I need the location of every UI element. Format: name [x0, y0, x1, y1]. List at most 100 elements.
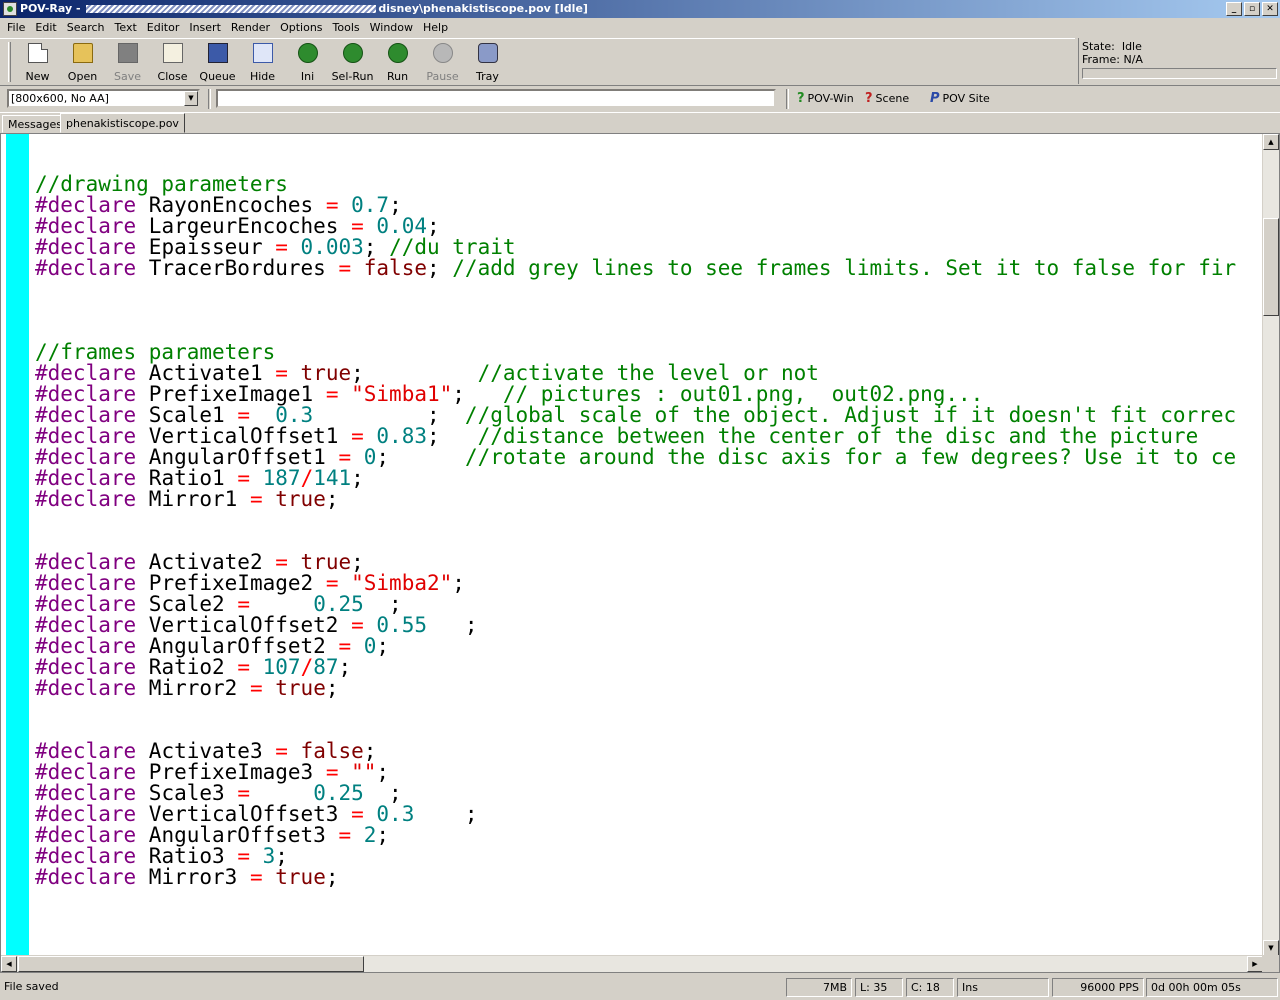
code-line[interactable] — [35, 300, 1259, 321]
save-icon — [117, 43, 138, 63]
menu-options[interactable]: Options — [275, 19, 327, 37]
tab-phenakistiscope[interactable]: phenakistiscope.pov — [60, 113, 185, 133]
tray-button[interactable]: Tray — [465, 39, 510, 83]
scroll-left-icon[interactable]: ◀ — [1, 956, 17, 972]
code-line[interactable] — [35, 279, 1259, 300]
code-line[interactable]: //drawing parameters — [35, 174, 1259, 195]
code-line[interactable]: #declare AngularOffset2 = 0; — [35, 636, 1259, 657]
code-line[interactable] — [35, 153, 1259, 174]
code-line[interactable]: #declare AngularOffset1 = 0; //rotate ar… — [35, 447, 1259, 468]
sel-run-button[interactable]: Sel-Run — [330, 39, 375, 83]
code-line[interactable]: #declare Scale2 = 0.25 ; — [35, 594, 1259, 615]
toolbar-grip[interactable] — [8, 42, 11, 82]
open-button[interactable]: Open — [60, 39, 105, 83]
pause-button: Pause — [420, 39, 465, 83]
hide-button[interactable]: Hide — [240, 39, 285, 83]
code-token-ident: ; — [414, 802, 478, 826]
code-token-ident: ; — [376, 823, 390, 847]
tab-messages[interactable]: Messages — [2, 115, 68, 133]
code-line[interactable]: #declare LargeurEncoches = 0.04; — [35, 216, 1259, 237]
scroll-up-icon[interactable]: ▲ — [1263, 134, 1279, 150]
code-line[interactable]: #declare Ratio3 = 3; — [35, 846, 1259, 867]
code-line[interactable]: #declare Scale1 = 0.3 ; //global scale o… — [35, 405, 1259, 426]
code-token-ident — [263, 865, 276, 889]
scroll-down-icon[interactable]: ▼ — [1263, 940, 1279, 956]
code-line[interactable]: #declare Scale3 = 0.25 ; — [35, 783, 1259, 804]
menu-window[interactable]: Window — [365, 19, 418, 37]
code-line[interactable]: #declare PrefixeImage3 = ""; — [35, 762, 1259, 783]
editor-gutter[interactable] — [6, 134, 29, 972]
code-token-num: 0 — [363, 634, 377, 658]
menu-render[interactable]: Render — [226, 19, 275, 37]
code-editor[interactable]: //drawing parameters #declare RayonEncoch… — [0, 133, 1280, 973]
run-button[interactable]: Run — [375, 39, 420, 83]
horizontal-scrollbar[interactable]: ◀ ▶ — [1, 955, 1263, 972]
run-icon — [387, 43, 408, 63]
render-command-input[interactable] — [216, 89, 776, 108]
code-line[interactable]: #declare VerticalOffset3 = 0.3 ; — [35, 804, 1259, 825]
menu-editor[interactable]: Editor — [142, 19, 185, 37]
new-button[interactable]: New — [15, 39, 60, 83]
frame-label: Frame: — [1082, 53, 1120, 66]
menu-help[interactable]: Help — [418, 19, 453, 37]
code-line[interactable]: #declare Mirror2 = true; — [35, 678, 1259, 699]
menu-insert[interactable]: Insert — [184, 19, 226, 37]
code-line[interactable]: #declare Epaisseur = 0.003; //du trait — [35, 237, 1259, 258]
menu-tools[interactable]: Tools — [328, 19, 365, 37]
menu-file[interactable]: File — [2, 19, 30, 37]
code-line[interactable] — [35, 720, 1259, 741]
menu-text[interactable]: Text — [110, 19, 142, 37]
close-file-button[interactable]: Close — [150, 39, 195, 83]
new-file-icon — [27, 43, 48, 63]
scroll-right-icon[interactable]: ▶ — [1247, 956, 1263, 972]
main-toolbar: New Open Save Close Queue Hide Ini Sel-R… — [0, 38, 1075, 84]
pov-ray-app-icon[interactable] — [3, 2, 17, 16]
minimize-button[interactable]: _ — [1226, 2, 1242, 16]
code-line[interactable]: #declare Mirror1 = true; — [35, 489, 1259, 510]
ini-button[interactable]: Ini — [285, 39, 330, 83]
code-text-area[interactable]: //drawing parameters #declare RayonEncoch… — [35, 153, 1259, 953]
menu-bar: File Edit Search Text Editor Insert Rend… — [0, 18, 1280, 38]
vertical-scroll-thumb[interactable] — [1263, 218, 1279, 316]
code-token-ident: TracerBordures — [136, 256, 339, 280]
code-line[interactable]: #declare TracerBordures = false; //add g… — [35, 258, 1259, 279]
status-message: File saved — [4, 980, 59, 993]
code-line[interactable]: //frames parameters — [35, 342, 1259, 363]
chevron-down-icon[interactable]: ▼ — [184, 91, 198, 106]
code-line[interactable] — [35, 510, 1259, 531]
render-progress-bar — [1082, 68, 1277, 79]
elapsed-time: 0d 00h 00m 05s — [1146, 978, 1278, 997]
pov-site-link[interactable]: P POV Site — [930, 91, 990, 106]
code-line[interactable]: #declare RayonEncoches = 0.7; — [35, 195, 1259, 216]
queue-icon — [207, 43, 228, 63]
pov-win-link[interactable]: ? POV-Win — [797, 91, 854, 106]
new-label: New — [25, 70, 50, 83]
code-line[interactable]: #declare Activate3 = false; — [35, 741, 1259, 762]
code-line[interactable] — [35, 531, 1259, 552]
code-line[interactable] — [35, 321, 1259, 342]
code-line[interactable]: #declare PrefixeImage2 = "Simba2"; — [35, 573, 1259, 594]
code-line[interactable]: #declare AngularOffset3 = 2; — [35, 825, 1259, 846]
resolution-select[interactable]: [800x600, No AA] ▼ — [7, 89, 200, 108]
ini-icon — [297, 43, 318, 63]
code-line[interactable] — [35, 699, 1259, 720]
code-line[interactable]: #declare Mirror3 = true; — [35, 867, 1259, 888]
vertical-scrollbar[interactable]: ▲ ▼ — [1262, 134, 1279, 956]
horizontal-scroll-thumb[interactable] — [18, 956, 364, 972]
code-line[interactable]: #declare Ratio2 = 107/87; — [35, 657, 1259, 678]
code-token-op: = — [338, 256, 352, 280]
queue-button[interactable]: Queue — [195, 39, 240, 83]
code-token-directive: #declare — [35, 487, 137, 511]
code-line[interactable]: #declare PrefixeImage1 = "Simba1"; // pi… — [35, 384, 1259, 405]
code-line[interactable]: #declare VerticalOffset2 = 0.55 ; — [35, 615, 1259, 636]
menu-edit[interactable]: Edit — [30, 19, 61, 37]
close-button[interactable]: ✕ — [1262, 2, 1278, 16]
code-line[interactable]: #declare VerticalOffset1 = 0.83; //dista… — [35, 426, 1259, 447]
code-line[interactable]: #declare Activate1 = true; //activate th… — [35, 363, 1259, 384]
code-line[interactable]: #declare Ratio1 = 187/141; — [35, 468, 1259, 489]
code-line[interactable]: #declare Activate2 = true; — [35, 552, 1259, 573]
restore-button[interactable]: ▫ — [1244, 2, 1260, 16]
scene-link[interactable]: ? Scene — [865, 91, 909, 106]
tray-label: Tray — [476, 70, 499, 83]
menu-search[interactable]: Search — [62, 19, 110, 37]
